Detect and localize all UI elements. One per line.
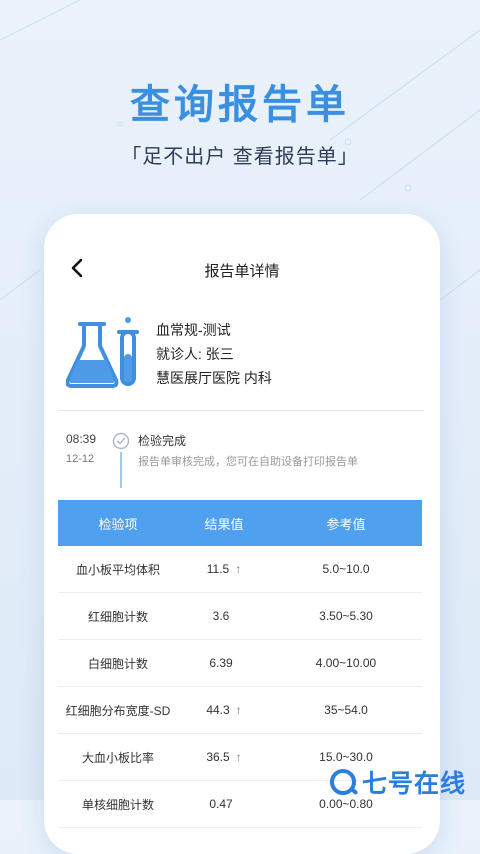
- row-value: 0.47: [209, 797, 233, 811]
- header-reference: 参考值: [326, 516, 366, 532]
- row-value: 36.5: [206, 750, 230, 764]
- magnifier-logo-icon: [330, 769, 356, 795]
- up-arrow-icon: ↑: [235, 562, 242, 576]
- up-arrow-icon: ↑: [235, 703, 242, 717]
- timeline-date: 12-12: [66, 453, 95, 465]
- row-reference: 35~54.0: [324, 703, 368, 717]
- navbar-title: 报告单详情: [204, 263, 280, 280]
- table-row: 红细胞计数 3.6 3.50~5.30: [58, 593, 422, 640]
- row-value-cell: 44.3 ↑: [178, 703, 270, 717]
- row-item: 血小板平均体积: [75, 562, 160, 577]
- table-row: 红细胞分布宽度-SD 44.3 ↑ 35~54.0: [58, 687, 422, 734]
- up-arrow-icon: ↑: [235, 750, 242, 764]
- row-value: 44.3: [206, 703, 230, 717]
- patient-name: 就诊人: 张三: [156, 346, 234, 362]
- row-value-cell: 3.6: [178, 609, 270, 623]
- timeline-time: 08:39: [66, 432, 97, 446]
- page-title: 查询报告单: [130, 83, 350, 127]
- row-item: 大血小板比率: [81, 750, 154, 765]
- row-reference: 5.0~10.0: [322, 562, 370, 576]
- watermark-logo: 七号在线: [330, 764, 480, 800]
- report-info: 血常规-测试 就诊人: 张三 慧医展厅医院 内科: [66, 314, 430, 394]
- header-item: 检验项: [98, 516, 138, 532]
- timeline-line: [120, 452, 122, 488]
- timeline-note: 报告单审核完成，您可在自助设备打印报告单: [138, 456, 358, 468]
- page-subtitle: 「足不出户 查看报告单」: [121, 146, 359, 168]
- row-item: 白细胞计数: [87, 656, 148, 671]
- row-reference: 3.50~5.30: [319, 609, 373, 623]
- check-circle-icon: [112, 432, 130, 450]
- row-reference: 15.0~30.0: [319, 750, 373, 764]
- row-reference: 4.00~10.00: [315, 656, 377, 670]
- table-row: 血小板平均体积 11.5 ↑ 5.0~10.0: [58, 546, 422, 593]
- table-header: 检验项 结果值 参考值: [58, 500, 422, 546]
- report-name: 血常规-测试: [156, 322, 231, 338]
- navbar: 报告单详情: [44, 252, 440, 288]
- row-value-cell: 36.5 ↑: [178, 750, 270, 764]
- row-item: 红细胞计数: [87, 609, 148, 624]
- phone-frame: 报告单详情 血常规-测试 就诊人: 张三 慧医展厅医院 内科 08:39 12-…: [44, 214, 440, 854]
- row-item: 红细胞分布宽度-SD: [65, 703, 171, 718]
- status-timeline: 08:39 12-12 检验完成 报告单审核完成，您可在自助设备打印报告单: [58, 422, 424, 492]
- row-value-cell: 6.39: [178, 656, 270, 670]
- timeline-status: 检验完成: [138, 434, 187, 448]
- row-value-cell: 11.5 ↑: [178, 562, 270, 576]
- lab-flask-icon: [66, 317, 139, 388]
- row-value: 3.6: [212, 609, 230, 623]
- table-row: 白细胞计数 6.39 4.00~10.00: [58, 640, 422, 687]
- watermark-text: 七号在线: [362, 770, 467, 798]
- row-value: 6.39: [209, 656, 233, 670]
- row-value: 11.5: [206, 562, 230, 576]
- divider: [58, 410, 424, 411]
- report-details: 血常规-测试 就诊人: 张三 慧医展厅医院 内科: [156, 318, 272, 390]
- row-value-cell: 0.47: [178, 797, 270, 811]
- hospital-name: 慧医展厅医院 内科: [156, 370, 272, 386]
- row-item: 单核细胞计数: [81, 797, 154, 812]
- header-value: 结果值: [204, 516, 244, 532]
